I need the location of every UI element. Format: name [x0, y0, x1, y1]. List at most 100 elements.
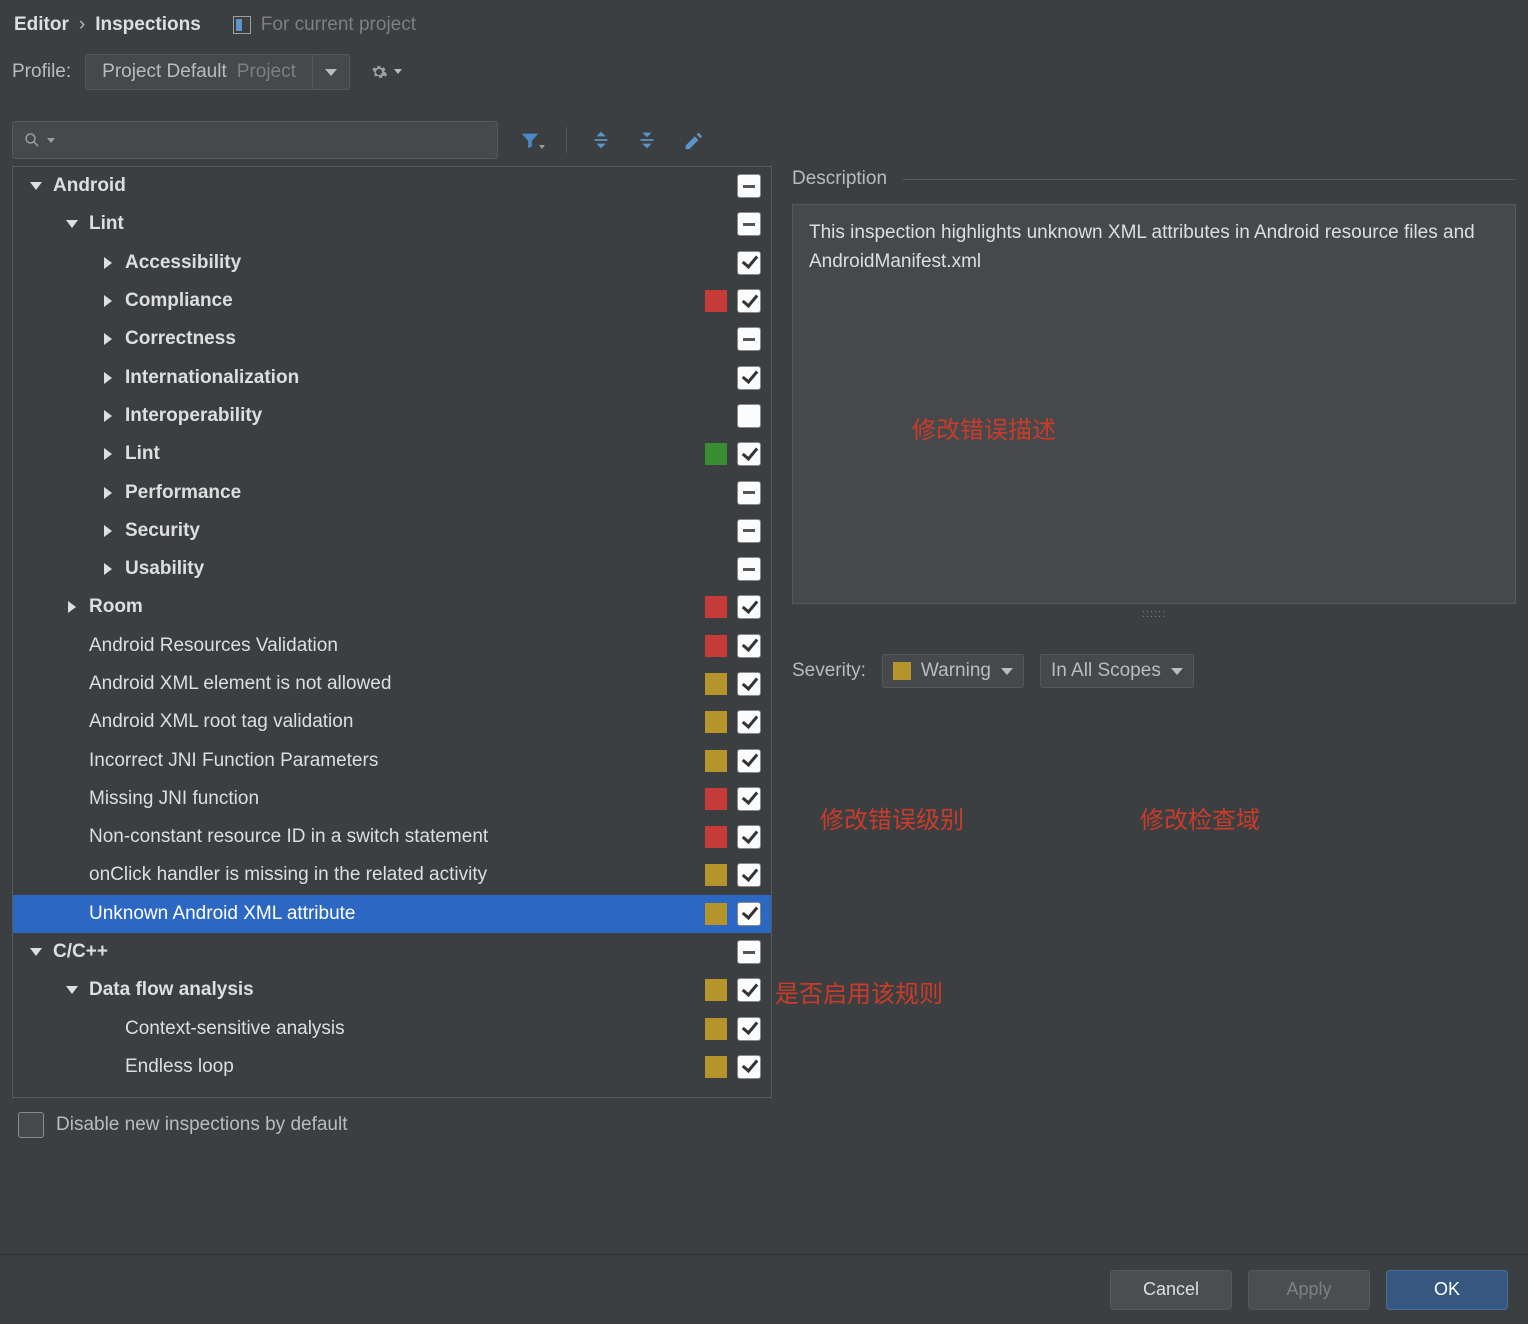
inspection-checkbox[interactable]: [737, 481, 761, 505]
severity-swatch: [705, 635, 727, 657]
disclosure-right-icon[interactable]: [99, 410, 117, 422]
breadcrumb: Editor › Inspections For current project: [0, 0, 1528, 36]
disable-new-checkbox[interactable]: [18, 1112, 44, 1138]
profile-row: Profile: Project Default Project: [0, 36, 1528, 114]
tree-row[interactable]: Unknown Android XML attribute: [13, 895, 771, 933]
dialog-footer: Cancel Apply OK: [0, 1254, 1528, 1324]
tree-row[interactable]: Room: [13, 588, 771, 626]
inspection-checkbox[interactable]: [737, 710, 761, 734]
inspection-checkbox[interactable]: [737, 634, 761, 658]
tree-row[interactable]: Missing JNI function: [13, 780, 771, 818]
inspection-checkbox[interactable]: [737, 519, 761, 543]
resize-grip[interactable]: ::::::: [792, 608, 1516, 620]
disclosure-down-icon[interactable]: [63, 220, 81, 228]
inspection-checkbox[interactable]: [737, 825, 761, 849]
inspection-checkbox[interactable]: [737, 863, 761, 887]
project-icon: [233, 16, 251, 34]
severity-select[interactable]: Warning: [882, 654, 1024, 688]
inspection-checkbox[interactable]: [737, 289, 761, 313]
inspection-checkbox[interactable]: [737, 442, 761, 466]
scope-select[interactable]: In All Scopes: [1040, 654, 1194, 688]
tree-row-label: Data flow analysis: [89, 979, 705, 1001]
tree-row[interactable]: Accessibility: [13, 244, 771, 282]
disclosure-right-icon[interactable]: [99, 372, 117, 384]
tree-row[interactable]: Incorrect JNI Function Parameters: [13, 741, 771, 779]
apply-button[interactable]: Apply: [1248, 1270, 1370, 1310]
inspections-tree[interactable]: AndroidLintAccessibilityComplianceCorrec…: [12, 166, 772, 1098]
severity-swatch: [705, 903, 727, 925]
inspection-checkbox[interactable]: [737, 1017, 761, 1041]
tree-row-label: Android Resources Validation: [89, 635, 705, 657]
tree-row[interactable]: Lint: [13, 435, 771, 473]
disclosure-right-icon[interactable]: [99, 448, 117, 460]
tree-row[interactable]: Performance: [13, 473, 771, 511]
inspection-checkbox[interactable]: [737, 978, 761, 1002]
inspection-checkbox[interactable]: [737, 787, 761, 811]
gear-icon[interactable]: [370, 63, 388, 81]
inspection-checkbox[interactable]: [737, 557, 761, 581]
inspection-checkbox[interactable]: [737, 1055, 761, 1079]
profile-select[interactable]: Project Default Project: [85, 54, 350, 90]
search-input[interactable]: [12, 121, 498, 159]
disclosure-right-icon[interactable]: [99, 525, 117, 537]
severity-swatch: [705, 979, 727, 1001]
inspection-checkbox[interactable]: [737, 212, 761, 236]
tree-row[interactable]: Android: [13, 167, 771, 205]
inspection-checkbox[interactable]: [737, 366, 761, 390]
tree-row[interactable]: Usability: [13, 550, 771, 588]
severity-swatch: [705, 788, 727, 810]
inspection-checkbox[interactable]: [737, 251, 761, 275]
profile-label: Profile:: [12, 61, 71, 83]
expand-all-icon[interactable]: [587, 126, 615, 154]
disclosure-down-icon[interactable]: [27, 182, 45, 190]
description-text: This inspection highlights unknown XML a…: [809, 222, 1475, 272]
disclosure-right-icon[interactable]: [63, 601, 81, 613]
breadcrumb-editor[interactable]: Editor: [14, 14, 69, 36]
cancel-button[interactable]: Cancel: [1110, 1270, 1232, 1310]
breadcrumb-inspections[interactable]: Inspections: [95, 14, 201, 36]
tree-row[interactable]: Data flow analysis: [13, 971, 771, 1009]
tree-row[interactable]: Android XML root tag validation: [13, 703, 771, 741]
tree-row[interactable]: Interoperability: [13, 397, 771, 435]
tree-row[interactable]: Internationalization: [13, 358, 771, 396]
disclosure-right-icon[interactable]: [99, 487, 117, 499]
tree-row[interactable]: Android XML element is not allowed: [13, 665, 771, 703]
inspection-checkbox[interactable]: [737, 749, 761, 773]
tree-row[interactable]: Compliance: [13, 282, 771, 320]
search-options-icon[interactable]: [47, 138, 55, 143]
tree-row-label: Lint: [125, 443, 705, 465]
reset-icon[interactable]: [679, 126, 707, 154]
tree-row[interactable]: onClick handler is missing in the relate…: [13, 856, 771, 894]
tree-row[interactable]: Context-sensitive analysis: [13, 1010, 771, 1048]
chevron-down-icon[interactable]: [312, 55, 349, 89]
disclosure-down-icon[interactable]: [63, 986, 81, 994]
tree-row[interactable]: Endless loop: [13, 1048, 771, 1086]
inspection-checkbox[interactable]: [737, 327, 761, 351]
tree-row[interactable]: C/C++: [13, 933, 771, 971]
disable-new-row[interactable]: Disable new inspections by default: [12, 1098, 772, 1152]
inspection-checkbox[interactable]: [737, 595, 761, 619]
inspection-checkbox[interactable]: [737, 404, 761, 428]
collapse-all-icon[interactable]: [633, 126, 661, 154]
tree-row[interactable]: Security: [13, 512, 771, 550]
description-title: Description: [792, 168, 887, 190]
tree-row[interactable]: Correctness: [13, 320, 771, 358]
inspection-checkbox[interactable]: [737, 672, 761, 696]
tree-row[interactable]: Non-constant resource ID in a switch sta…: [13, 818, 771, 856]
inspection-checkbox[interactable]: [737, 940, 761, 964]
inspection-checkbox[interactable]: [737, 174, 761, 198]
disclosure-right-icon[interactable]: [99, 333, 117, 345]
filter-icon[interactable]: [518, 126, 546, 154]
inspection-checkbox[interactable]: [737, 902, 761, 926]
tree-row-label: Missing JNI function: [89, 788, 705, 810]
tree-row-label: C/C++: [53, 941, 737, 963]
disclosure-down-icon[interactable]: [27, 948, 45, 956]
disclosure-right-icon[interactable]: [99, 563, 117, 575]
disclosure-right-icon[interactable]: [99, 295, 117, 307]
disclosure-right-icon[interactable]: [99, 257, 117, 269]
tree-row[interactable]: Android Resources Validation: [13, 627, 771, 665]
ok-button[interactable]: OK: [1386, 1270, 1508, 1310]
profile-name: Project Default: [102, 61, 227, 83]
search-field[interactable]: [61, 130, 487, 150]
tree-row[interactable]: Lint: [13, 205, 771, 243]
